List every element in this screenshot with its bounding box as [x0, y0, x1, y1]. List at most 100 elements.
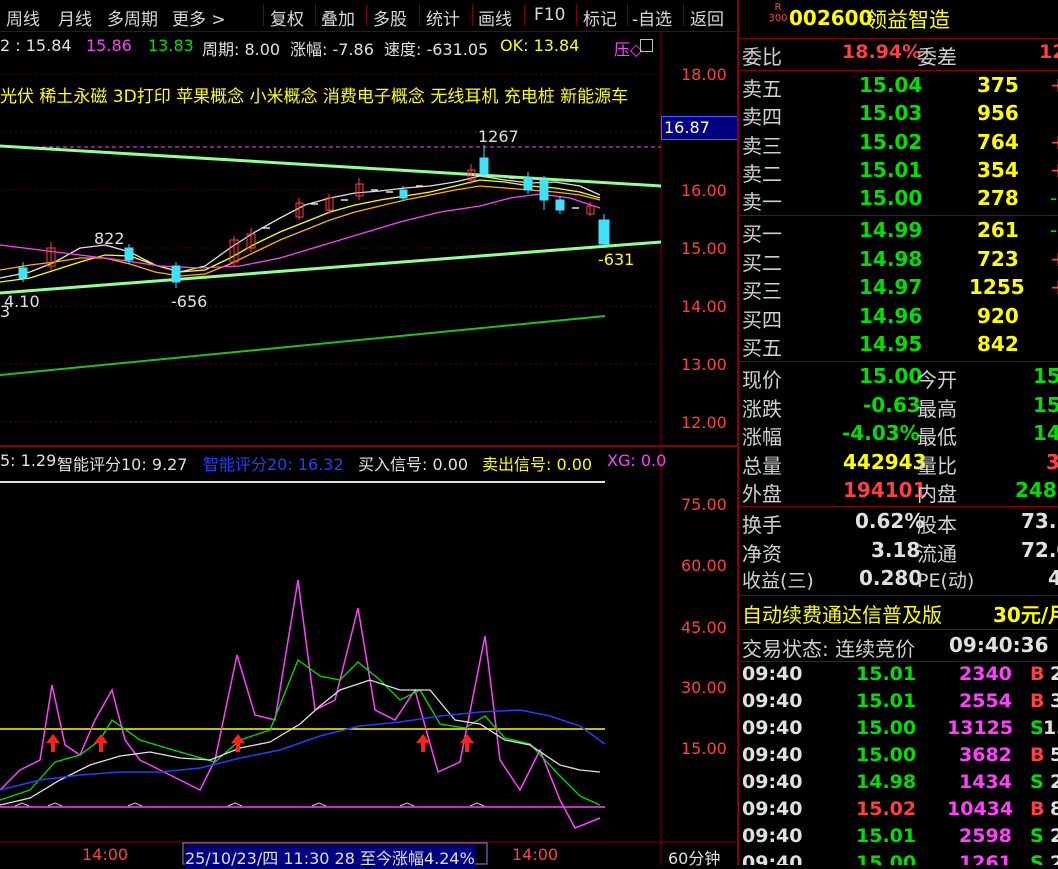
ask-price: 15.04	[859, 73, 923, 97]
multi-stock-button[interactable]: 多股	[373, 5, 407, 30]
price-axis-label: 14.00	[681, 297, 727, 316]
ask-label: 卖二	[742, 162, 782, 186]
promo-text: 自动续费通达信普及版	[742, 603, 942, 627]
tick-price: 14.98	[856, 771, 917, 793]
ma-line-magenta	[0, 193, 601, 269]
overlay-button[interactable]: 叠加	[321, 5, 355, 30]
period-selector[interactable]: 60分钟	[668, 845, 720, 869]
bid-price: 14.99	[859, 218, 923, 242]
f10-button[interactable]: F10	[534, 5, 565, 25]
ask-change: +	[1050, 158, 1058, 182]
bid-volume: 261	[977, 218, 1019, 242]
ask-row[interactable]: 卖五 15.04 375 +	[739, 72, 1058, 101]
draw-line-button[interactable]: 画线	[478, 5, 512, 30]
pane-toggle-icon[interactable]	[640, 39, 653, 52]
bid-volume: 723	[977, 247, 1019, 271]
tick-price: 15.01	[856, 825, 917, 847]
board-badge: R 300	[767, 2, 789, 24]
tick-time: 09:40	[742, 744, 803, 766]
sell-signal-info: 卖出信号: 0.00	[482, 455, 593, 474]
month-button[interactable]: 月线	[58, 5, 92, 30]
toolbar-divider	[576, 4, 577, 26]
ask-row[interactable]: 卖一 15.00 278 -	[739, 185, 1058, 214]
weibi-value: 18.94%	[842, 41, 922, 63]
ask-row[interactable]: 卖二 15.01 354 +	[739, 157, 1058, 186]
tick-volume: 1434	[959, 771, 1012, 793]
statistics-button[interactable]: 统计	[426, 5, 460, 30]
bid-row[interactable]: 买二 14.98 723 +	[739, 246, 1058, 275]
peak-label: 822	[94, 229, 125, 248]
tick-time: 09:40	[742, 771, 803, 793]
more-button[interactable]: 更多 >	[172, 5, 226, 30]
price-axis-label: 16.00	[681, 181, 727, 200]
ask-label: 卖五	[742, 77, 782, 101]
trade-status-row: 交易状态: 连续竞价 09:40:36	[739, 632, 1058, 661]
back-button[interactable]: 返回	[690, 5, 724, 30]
tick-volume: 10434	[947, 798, 1014, 820]
bid-row[interactable]: 买五 14.95 842	[739, 331, 1058, 360]
stat-label: 外盘	[742, 482, 782, 506]
stat-label: 净资	[742, 542, 782, 566]
tick-row: 09:40 15.01 2554 B 3	[739, 689, 1058, 716]
watchlist-button[interactable]: -自选	[632, 5, 672, 30]
stat-label: 换手	[742, 513, 782, 537]
promo-price: 30元/月	[993, 603, 1058, 627]
trade-time: 09:40:36	[949, 633, 1049, 657]
stat-label: 总量	[742, 454, 782, 478]
float-shares: 72.0	[1021, 538, 1058, 562]
tick-count: 2	[1050, 771, 1058, 793]
stock-name[interactable]: 领益智造	[866, 4, 950, 34]
period-info: 周期: 8.00	[202, 40, 281, 59]
tick-side: B	[1030, 744, 1045, 766]
buy-signal-info: 买入信号: 0.00	[358, 455, 469, 474]
ma-line-gold	[0, 185, 601, 277]
left-value-label-2: 3	[0, 302, 11, 321]
percent-change: -4.03%	[842, 421, 920, 445]
concept-tags[interactable]: 光伏 稀土永磁 3D打印 苹果概念 小米概念 消费电子概念 无线耳机 充电桩 新…	[0, 82, 628, 107]
bid-row[interactable]: 买四 14.96 920	[739, 303, 1058, 332]
indicator-score20: 智能评分20: 16.32	[203, 455, 344, 474]
tick-row: 09:40 14.98 1434 S 2	[739, 770, 1058, 797]
stat-label: 收益(三)	[742, 570, 814, 592]
price-axis-label: 15.00	[681, 239, 727, 258]
tick-side: B	[1030, 690, 1045, 712]
stat-label: 今开	[917, 368, 957, 392]
tick-price: 15.01	[856, 663, 917, 685]
time-label: 14:00	[82, 845, 129, 864]
ma-info-c: 13.83	[148, 36, 194, 55]
board-badge-bottom: 300	[768, 13, 788, 24]
bid-row[interactable]: 买三 14.97 1255 +	[739, 274, 1058, 303]
stat-row: 涨跌 -0.63 最高 15.	[739, 392, 1058, 421]
bid-price: 14.96	[859, 304, 923, 328]
ask-row[interactable]: 卖三 15.02 764 +	[739, 129, 1058, 158]
low-price: 14.	[1033, 421, 1058, 445]
weicha-value: 12	[1039, 41, 1058, 63]
indicator-score10: 智能评分10: 9.27	[57, 455, 188, 474]
stat-label: PE(动)	[917, 570, 975, 592]
ask-change: +	[1050, 73, 1058, 97]
low-label: -656	[171, 292, 208, 311]
ma-line-yellow	[0, 179, 601, 283]
tick-time: 09:40	[742, 798, 803, 820]
bid-change: -	[1050, 218, 1058, 242]
ask-row[interactable]: 卖四 15.03 956	[739, 100, 1058, 129]
mark-button[interactable]: 标记	[583, 5, 617, 30]
indicator-axis-label: 15.00	[681, 739, 727, 758]
week-button[interactable]: 周线	[6, 5, 40, 30]
toolbar-divider	[472, 4, 473, 26]
net-assets: 3.18	[871, 538, 921, 562]
bid-row[interactable]: 买一 14.99 261 -	[739, 217, 1058, 246]
ask-volume: 764	[977, 130, 1019, 154]
tick-count: 5	[1050, 744, 1058, 766]
ask-change: +	[1050, 130, 1058, 154]
stat-label: 现价	[742, 368, 782, 392]
tick-side: S	[1030, 717, 1044, 739]
fuquan-button[interactable]: 复权	[270, 5, 304, 30]
promo-banner[interactable]: 自动续费通达信普及版 30元/月	[739, 598, 1058, 627]
kline-chart-area[interactable]: 2 : 15.84 15.86 13.83 周期: 8.00 涨幅: -7.86…	[0, 32, 739, 869]
tick-row: 09:40 15.02 10434 B 8	[739, 797, 1058, 824]
multi-period-button[interactable]: 多周期	[107, 5, 158, 30]
stock-code[interactable]: 002600	[789, 6, 873, 30]
total-volume: 442943	[843, 450, 927, 474]
tick-count: 3	[1050, 690, 1058, 712]
